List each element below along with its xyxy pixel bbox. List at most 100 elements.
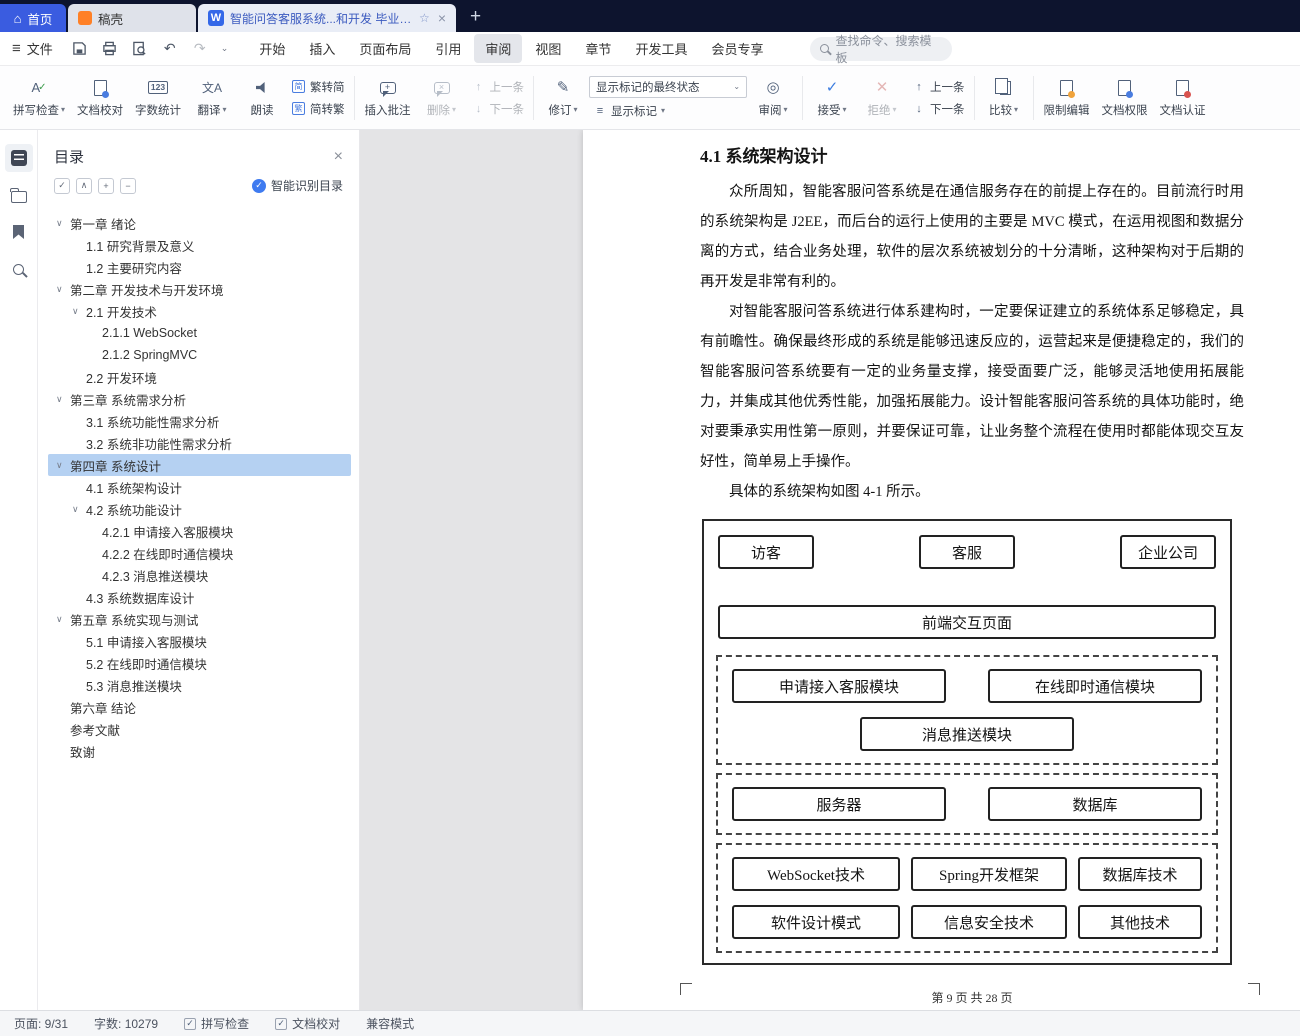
toc-item[interactable]: ∨ 2.2 开发环境 — [48, 366, 351, 388]
document-canvas[interactable]: 4.1 系统架构设计 众所周知，智能客服问答系统是在通信服务存在的前提上存在的。… — [360, 130, 1300, 1010]
command-search-input[interactable]: 查找命令、搜索模板 — [810, 37, 952, 61]
markup-state-select[interactable]: 显示标记的最终状态 ⌄ — [589, 76, 747, 98]
toc-item[interactable]: ∨ 2.1.2 SpringMVC — [48, 344, 351, 366]
file-menu-button[interactable]: ≡ 文件 — [10, 39, 61, 58]
chevron-down-icon[interactable]: ∨ — [72, 504, 86, 515]
word-count-button[interactable]: 123 字数统计 — [130, 74, 186, 122]
toc-item[interactable]: ∨ 1.1 研究背景及意义 — [48, 234, 351, 256]
toc-item[interactable]: ∨ 参考文献 — [48, 718, 351, 740]
review-mode-button[interactable]: ◎ 审阅▾ — [749, 74, 797, 122]
accept-change-button[interactable]: ✓ 接受▾ — [808, 74, 856, 122]
tab-home[interactable]: ⌂ 首页 — [0, 4, 66, 32]
spell-check-status[interactable]: ✓ 拼写检查 — [184, 1015, 249, 1032]
page-indicator[interactable]: 页面: 9/31 — [14, 1015, 68, 1032]
simp-to-trad-button[interactable]: 繁 简转繁 — [288, 100, 349, 118]
toc-item[interactable]: ∨ 5.1 申请接入客服模块 — [48, 630, 351, 652]
menu-tab[interactable]: 引用 — [424, 34, 472, 63]
toc-item[interactable]: ∨ 5.3 消息推送模块 — [48, 674, 351, 696]
toc-check-tool-icon[interactable]: ✓ — [54, 178, 70, 194]
toc-item-label: 参考文献 — [70, 720, 120, 739]
print-preview-icon[interactable] — [131, 40, 149, 58]
toc-item[interactable]: ∨ 第三章 系统需求分析 — [48, 388, 351, 410]
track-changes-button[interactable]: ✎ 修订▾ — [539, 74, 587, 122]
toc-collapse-tool-icon[interactable]: ∧ — [76, 178, 92, 194]
toc-item[interactable]: ∨ 第四章 系统设计 — [48, 454, 351, 476]
toc-expand-all-icon[interactable]: + — [98, 178, 114, 194]
customize-toolbar-caret-icon[interactable]: ⌄ — [221, 43, 229, 54]
delete-comment-button[interactable]: × 删除▾ — [418, 74, 466, 122]
toc-item-label: 5.3 消息推送模块 — [86, 676, 182, 695]
toc-item[interactable]: ∨ 4.2.1 申请接入客服模块 — [48, 520, 351, 542]
toc-item[interactable]: ∨ 2.1.1 WebSocket — [48, 322, 351, 344]
spell-check-button[interactable]: A✓ 拼写检查▾ — [8, 74, 70, 122]
smart-toc-button[interactable]: ✓ 智能识别目录 — [252, 177, 343, 194]
insert-comment-button[interactable]: + 插入批注 — [360, 74, 416, 122]
toc-item[interactable]: ∨ 4.2 系统功能设计 — [48, 498, 351, 520]
menu-tab[interactable]: 插入 — [298, 34, 346, 63]
chevron-down-icon[interactable]: ∨ — [72, 306, 86, 317]
toc-item[interactable]: ∨ 致谢 — [48, 740, 351, 762]
menu-tab[interactable]: 页面布局 — [348, 34, 422, 63]
toc-item[interactable]: ∨ 3.1 系统功能性需求分析 — [48, 410, 351, 432]
show-markup-button[interactable]: ≡ 显示标记 ▾ — [589, 102, 747, 120]
chevron-down-icon[interactable]: ∨ — [56, 614, 70, 625]
menu-tab[interactable]: 审阅 — [474, 34, 522, 63]
bookmark-icon — [13, 225, 24, 239]
doc-proof-status[interactable]: ✓ 文档校对 — [275, 1015, 340, 1032]
next-comment-button[interactable]: ↓ 下一条 — [468, 100, 529, 118]
chevron-down-icon[interactable]: ∨ — [56, 460, 70, 471]
toc-item[interactable]: ∨ 4.3 系统数据库设计 — [48, 586, 351, 608]
pages-panel-button[interactable] — [5, 181, 33, 209]
reject-change-button[interactable]: ✕ 拒绝▾ — [858, 74, 906, 122]
doc-permission-button[interactable]: 文档权限 — [1097, 74, 1153, 122]
close-panel-icon[interactable]: × — [334, 149, 343, 165]
bookmarks-panel-button[interactable] — [5, 218, 33, 246]
toc-item[interactable]: ∨ 第一章 绪论 — [48, 212, 351, 234]
toc-item[interactable]: ∨ 1.2 主要研究内容 — [48, 256, 351, 278]
print-icon[interactable] — [101, 40, 119, 58]
find-panel-button[interactable] — [5, 255, 33, 283]
toc-collapse-all-icon[interactable]: − — [120, 178, 136, 194]
tab-document[interactable]: W 智能问答客服系统...和开发 毕业论文 ☆ × — [198, 4, 456, 32]
save-icon[interactable] — [71, 40, 89, 58]
read-aloud-button[interactable]: 朗读 — [238, 74, 286, 122]
search-icon — [13, 264, 24, 275]
compat-mode-indicator[interactable]: 兼容模式 — [366, 1015, 414, 1032]
previous-change-button[interactable]: ↑ 上一条 — [908, 78, 969, 96]
toc-item[interactable]: ∨ 4.1 系统架构设计 — [48, 476, 351, 498]
document-page[interactable]: 4.1 系统架构设计 众所周知，智能客服问答系统是在通信服务存在的前提上存在的。… — [583, 130, 1300, 1010]
toc-item[interactable]: ∨ 第六章 结论 — [48, 696, 351, 718]
previous-comment-button[interactable]: ↑ 上一条 — [468, 78, 529, 96]
toc-panel-button[interactable] — [5, 144, 33, 172]
word-count-indicator[interactable]: 字数: 10279 — [94, 1015, 158, 1032]
tab-gaoke[interactable]: 稿壳 — [68, 4, 196, 32]
toc-item[interactable]: ∨ 2.1 开发技术 — [48, 300, 351, 322]
menu-tab[interactable]: 开发工具 — [624, 34, 698, 63]
menu-tab[interactable]: 开始 — [248, 34, 296, 63]
new-tab-button[interactable]: + — [470, 7, 481, 26]
toc-item[interactable]: ∨ 5.2 在线即时通信模块 — [48, 652, 351, 674]
redo-icon[interactable]: ↷ — [191, 40, 209, 58]
doc-proof-button[interactable]: 文档校对 — [72, 74, 128, 122]
chevron-down-icon[interactable]: ∨ — [56, 218, 70, 229]
toc-item[interactable]: ∨ 4.2.3 消息推送模块 — [48, 564, 351, 586]
toc-item[interactable]: ∨ 第二章 开发技术与开发环境 — [48, 278, 351, 300]
toc-item[interactable]: ∨ 3.2 系统非功能性需求分析 — [48, 432, 351, 454]
translate-button[interactable]: 文A 翻译▾ — [188, 74, 236, 122]
trad-to-simp-button[interactable]: 简 繁转简 — [288, 78, 349, 96]
chevron-down-icon[interactable]: ∨ — [56, 284, 70, 295]
menu-tab[interactable]: 会员专享 — [700, 34, 774, 63]
menu-tab[interactable]: 章节 — [574, 34, 622, 63]
toc-item[interactable]: ∨ 4.2.2 在线即时通信模块 — [48, 542, 351, 564]
restrict-editing-button[interactable]: 限制编辑 — [1039, 74, 1095, 122]
compare-button[interactable]: 比较▾ — [980, 74, 1028, 122]
doc-authentication-button[interactable]: 文档认证 — [1155, 74, 1211, 122]
down-arrow-icon: ↓ — [912, 103, 926, 115]
toc-item[interactable]: ∨ 第五章 系统实现与测试 — [48, 608, 351, 630]
undo-icon[interactable]: ↶ — [161, 40, 179, 58]
close-tab-icon[interactable]: × — [438, 10, 446, 26]
chevron-down-icon[interactable]: ∨ — [56, 394, 70, 405]
next-change-button[interactable]: ↓ 下一条 — [908, 100, 969, 118]
favorite-star-icon[interactable]: ☆ — [419, 11, 430, 25]
menu-tab[interactable]: 视图 — [524, 34, 572, 63]
